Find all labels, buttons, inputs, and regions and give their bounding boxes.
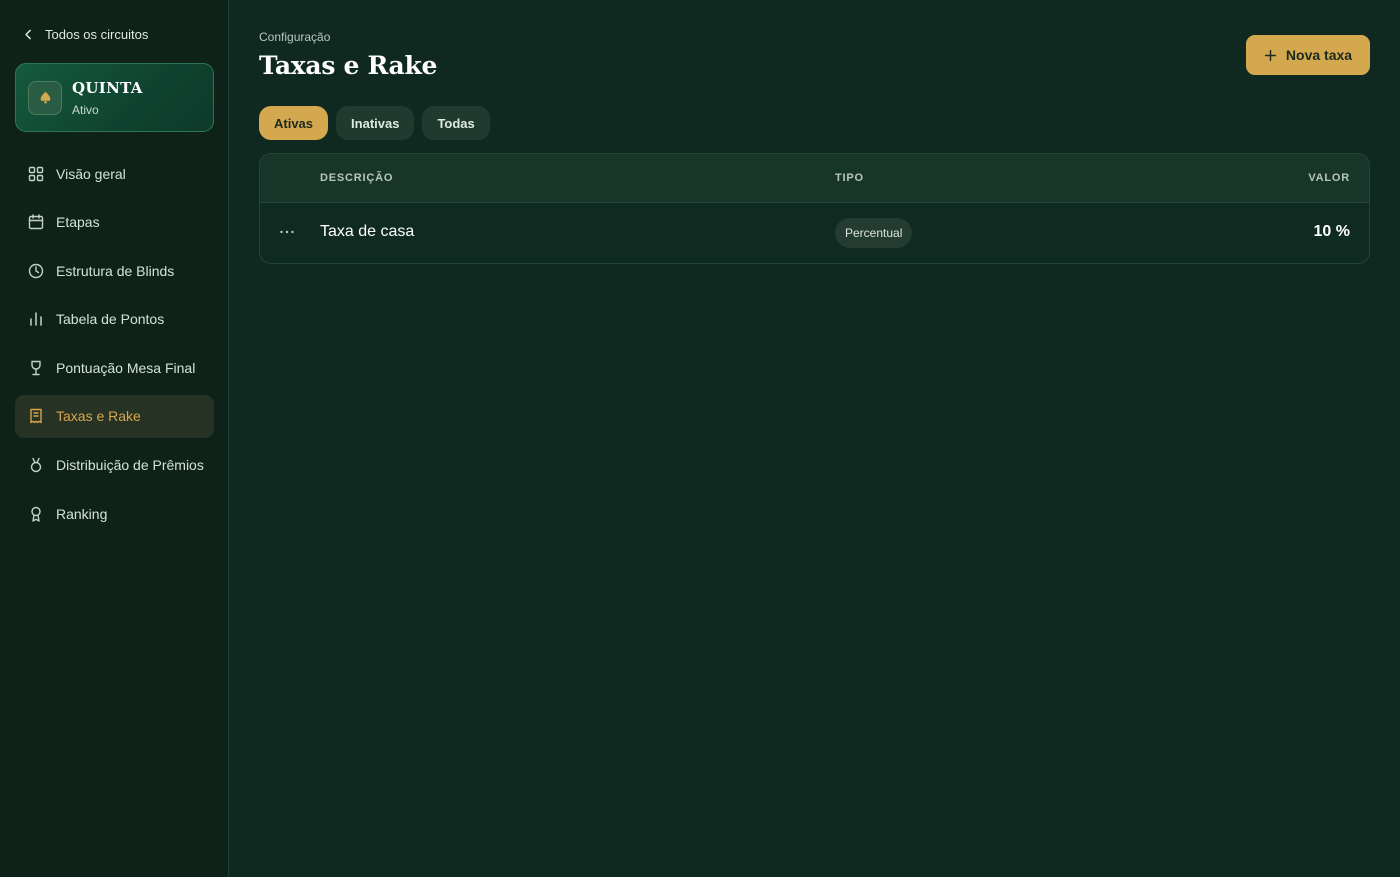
spade-icon [28, 80, 62, 115]
circuit-name: QUINTA [72, 78, 143, 97]
receipt-icon [30, 409, 42, 424]
sidebar-item-estrutura-de-blinds[interactable]: Estrutura de Blinds [15, 249, 214, 292]
award-icon [31, 506, 41, 522]
sidebar-item-label: Pontuação Mesa Final [56, 359, 196, 376]
medal-icon [30, 457, 42, 473]
back-to-circuits-link[interactable]: Todos os circuitos [22, 24, 148, 44]
sidebar-item-label: Visão geral [56, 165, 126, 182]
sidebar-item-tabela-de-pontos[interactable]: Tabela de Pontos [15, 298, 214, 341]
main-content: Configuração Taxas e Rake Nova taxa Ativ… [230, 0, 1400, 877]
sidebar-item-ranking[interactable]: Ranking [15, 492, 214, 535]
filter-tabs: Ativas Inativas Todas [259, 106, 490, 140]
goblet-icon [31, 360, 41, 376]
fee-value: 10 % [1313, 223, 1350, 240]
sidebar-item-distribuicao-de-premios[interactable]: Distribuição de Prêmios [15, 444, 214, 487]
chevron-left-icon [25, 29, 31, 39]
sidebar-item-label: Estrutura de Blinds [56, 262, 175, 279]
sidebar-nav: Visão geral Etapas Estrutura de Blinds T… [15, 152, 214, 541]
sidebar-item-taxas-e-rake[interactable]: Taxas e Rake [15, 394, 214, 438]
sidebar-item-visao-geral[interactable]: Visão geral [15, 152, 214, 195]
circuit-status: Ativo [72, 102, 99, 117]
calendar-icon [28, 214, 44, 230]
grid-icon [28, 166, 44, 181]
page-title: Taxas e Rake [259, 51, 438, 80]
column-header-description[interactable]: DESCRIÇÃO [320, 172, 393, 184]
circuit-card[interactable]: QUINTA Ativo [15, 63, 214, 132]
column-header-value[interactable]: VALOR [1308, 172, 1350, 184]
tab-ativas[interactable]: Ativas [259, 106, 329, 140]
clock-icon [28, 263, 44, 278]
sidebar-item-etapas[interactable]: Etapas [15, 201, 214, 244]
sidebar-item-label: Ranking [56, 505, 108, 522]
more-options-icon[interactable] [279, 225, 295, 239]
sidebar-item-label: Distribuição de Prêmios [56, 457, 204, 474]
new-fee-button-label: Nova taxa [1285, 47, 1353, 63]
fee-description: Taxa de casa [320, 223, 415, 240]
sidebar-item-pontuacao-mesa-final[interactable]: Pontuação Mesa Final [15, 346, 214, 389]
sidebar-item-label: Taxas e Rake [56, 408, 141, 425]
tab-inativas[interactable]: Inativas [336, 106, 415, 140]
table-row[interactable]: Taxa de casa Percentual 10 % [260, 203, 1369, 263]
sidebar: Todos os circuitos QUINTA Ativo Visão ge… [0, 0, 229, 877]
plus-icon [1264, 49, 1277, 61]
back-link-label: Todos os circuitos [45, 26, 149, 42]
sidebar-item-label: Tabela de Pontos [56, 311, 165, 328]
breadcrumb: Configuração [259, 30, 331, 44]
tab-todas[interactable]: Todas [422, 106, 490, 140]
table-header: DESCRIÇÃO TIPO VALOR [260, 154, 1369, 203]
sidebar-item-label: Etapas [56, 214, 100, 231]
new-fee-button[interactable]: Nova taxa [1246, 35, 1370, 75]
fees-table: DESCRIÇÃO TIPO VALOR Taxa de casa Percen… [259, 153, 1370, 264]
bar-chart-icon [30, 312, 42, 327]
fee-type-badge: Percentual [835, 218, 913, 248]
column-header-type[interactable]: TIPO [835, 172, 864, 184]
